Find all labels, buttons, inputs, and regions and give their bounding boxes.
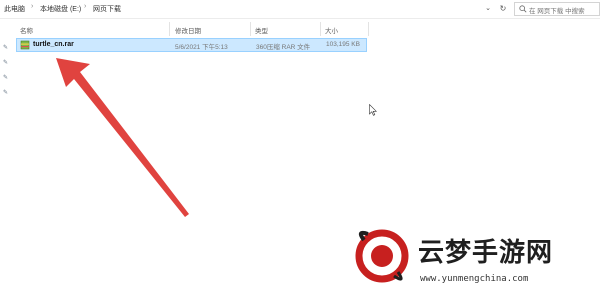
- column-header-row: 名称 修改日期 类型 大小: [14, 20, 514, 38]
- file-size: 103,195 KB: [326, 41, 360, 48]
- chevron-down-icon[interactable]: ⌄: [482, 3, 494, 15]
- file-type: 360压缩 RAR 文件: [256, 44, 311, 51]
- refresh-icon[interactable]: ↻: [497, 3, 509, 15]
- watermark-title: 云梦手游网: [418, 238, 554, 268]
- pin-icon[interactable]: ✎: [3, 45, 8, 51]
- pin-icon[interactable]: ✎: [3, 75, 8, 81]
- breadcrumb-this-pc[interactable]: 此电脑: [4, 4, 25, 14]
- address-bar[interactable]: 此电脑 › 本地磁盘 (E:) › 网页下载 ⌄ ↻ 在 网页下载 中搜索: [0, 0, 600, 19]
- search-input[interactable]: 在 网页下载 中搜索: [514, 2, 600, 16]
- column-header-modified[interactable]: 修改日期: [175, 25, 201, 35]
- column-header-type[interactable]: 类型: [255, 25, 268, 35]
- breadcrumb-local-disk[interactable]: 本地磁盘 (E:): [40, 4, 81, 14]
- search-icon: [519, 5, 527, 13]
- watermark-url: www.yunmengchina.com: [420, 274, 529, 284]
- mouse-cursor-icon: [369, 104, 377, 116]
- breadcrumb-separator: ›: [84, 3, 87, 10]
- column-header-size[interactable]: 大小: [325, 25, 338, 35]
- file-modified-date: 5/6/2021 下午5:13: [175, 44, 228, 51]
- column-divider[interactable]: [169, 22, 170, 36]
- search-placeholder: 在 网页下载 中搜索: [529, 8, 585, 15]
- file-row[interactable]: turtle_cn.rar 5/6/2021 下午5:13 360压缩 RAR …: [16, 38, 367, 52]
- column-divider[interactable]: [250, 22, 251, 36]
- file-name: turtle_cn.rar: [33, 41, 74, 48]
- yunmeng-logo-icon: [355, 229, 409, 283]
- column-divider[interactable]: [368, 22, 369, 36]
- rar-archive-icon: [20, 40, 30, 50]
- column-header-name[interactable]: 名称: [20, 25, 33, 35]
- breadcrumb-separator: ›: [31, 3, 34, 10]
- pin-icon[interactable]: ✎: [3, 90, 8, 96]
- pin-icon[interactable]: ✎: [3, 60, 8, 66]
- watermark: 云梦手游网 www.yunmengchina.com: [350, 226, 600, 291]
- column-divider[interactable]: [320, 22, 321, 36]
- breadcrumb-downloads[interactable]: 网页下载: [93, 4, 121, 14]
